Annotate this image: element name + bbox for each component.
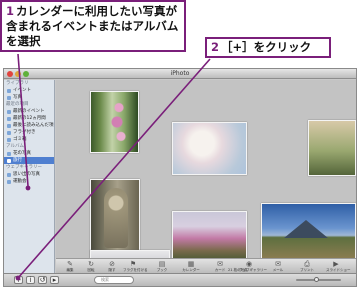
sidebar-item-label: 思い出の写真 [13,172,40,177]
step-1-text: カレンダーに利用したい写真が含まれるイベントまたはアルバムを選択 [6,4,179,48]
photo-thumbnail[interactable] [261,203,356,258]
photo-thumbnail[interactable] [90,91,139,153]
toolbar-button[interactable]: ✉ メール [268,259,288,274]
bottom-toolbar: 21 枚の写真 ✎ 編集 ↻ 回転 ⊘ 隠す ⚑ フラグを付ける ▤ ブック ▦ カレンダー ✉ カード ◉… [56,258,356,273]
play-icon: ▸ [52,276,57,284]
toolbar-button[interactable]: ↻ 回転 [81,259,101,274]
info-icon: i [29,276,32,284]
play-button[interactable]: ▸ [50,276,59,284]
toolbar-button[interactable]: ▶ スライドショー [326,259,351,274]
step-2-text: ［+］をクリック [221,40,312,54]
toolbar-icon: ⊘ [109,260,115,268]
sidebar-item-label: イベント [13,88,31,93]
photo-thumbnail[interactable] [90,250,170,258]
rotate-icon: ↺ [39,276,46,284]
album-icon [7,130,11,135]
toolbar-button[interactable]: ⎙ プリント [297,259,317,274]
toolbar-icon: ✎ [67,260,73,268]
photo-thumbnail[interactable] [308,120,356,176]
sidebar-item-label: アルバム [6,144,24,149]
zoom-slider-knob[interactable] [314,277,319,282]
toolbar-button[interactable]: ⚑ フラグを付ける [123,259,148,274]
sidebar-item[interactable]: 最後に読み込んだ項目 [4,122,54,129]
toolbar-button[interactable]: ✉ カード [210,259,230,274]
album-icon [7,151,11,156]
toolbar-button[interactable]: ✎ 編集 [60,259,80,274]
search-input[interactable]: 検索 [94,276,134,284]
toolbar-icon: ▦ [187,260,195,268]
toolbar-icon: ▶ [333,260,339,268]
toolbar-icon: ◉ [245,260,253,268]
sidebar-item-label: 運動会 [13,179,27,184]
sidebar-item-selected-album[interactable]: 旅行 [4,157,54,164]
add-button[interactable]: + [14,276,23,284]
sidebar-item[interactable]: 花の写真 [4,150,54,157]
sidebar-item[interactable]: イベント [4,87,54,94]
zoom-slider[interactable] [296,277,341,282]
toolbar-icon: ▤ [158,260,166,268]
album-icon [7,158,11,163]
photo-browser [56,80,356,258]
window-title: iPhoto [170,70,190,77]
toolbar-icon: ✉ [275,260,281,268]
album-icon [7,95,11,100]
photo-thumbnail[interactable] [172,122,247,175]
toolbar-button[interactable]: ▦ カレンダー [181,259,201,274]
source-list: ライブラリイベント写真最近の項目最新のイベント 最新の12ヵ月間最後に読み込んだ項… [4,80,55,273]
iphoto-window: iPhoto ライブラリイベント写真最近の項目最新のイベント 最新の12ヵ月間最後… [3,68,357,287]
sidebar-item-label: ウェブギャラリー [6,165,42,170]
sidebar-item-label: 旅行 [13,158,22,163]
step-2-callout: 2 ［+］をクリック [205,37,331,58]
album-icon [7,116,11,121]
sidebar-item-label: フラグ付き [13,130,36,135]
sidebar-item-label: 最近の項目 [6,102,29,107]
sidebar-item[interactable]: 写真 [4,94,54,101]
sidebar-item[interactable]: 最新の12ヵ月間 [4,115,54,122]
album-icon [7,179,11,184]
toolbar-icon: ✉ [217,260,223,268]
sidebar-item-label: ライブラリ [6,81,29,86]
sidebar-item[interactable]: 運動会 [4,178,54,185]
album-icon [7,109,11,114]
step-1-number: 1 [6,4,15,18]
plus-icon: + [15,276,22,284]
toolbar-button[interactable]: ⊘ 隠す [102,259,122,274]
album-icon [7,137,11,142]
sidebar-item-label: 花の写真 [13,151,31,156]
sidebar-item-label: 最新のイベント [13,109,45,114]
toolbar-button[interactable]: ◉ ウェブギャラリー [239,259,267,274]
photo-thumbnail[interactable] [90,179,140,258]
toolbar-button[interactable]: ▤ ブック [152,259,172,274]
album-icon [7,88,11,93]
rotate-button[interactable]: ↺ [38,276,47,284]
sidebar-item-label: 最後に読み込んだ項目 [13,123,55,128]
title-bar: iPhoto [4,69,356,79]
album-icon [7,123,11,128]
photo-thumbnail[interactable] [172,211,247,258]
step-1-callout: 1 カレンダーに利用したい写真が含まれるイベントまたはアルバムを選択 [0,0,186,52]
sidebar-item[interactable]: 最新のイベント [4,108,54,115]
toolbar-icon: ⎙ [304,260,310,268]
info-button[interactable]: i [26,276,35,284]
source-list-footer: + i ↺ ▸ 検索 [4,273,356,286]
toolbar-icon: ⚑ [129,260,137,268]
sidebar-item-label: 写真 [13,95,22,100]
sidebar-item[interactable]: ゴミ箱 [4,136,54,143]
sidebar-item[interactable]: フラグ付き [4,129,54,136]
step-2-number: 2 [211,40,220,54]
sidebar-item[interactable]: 思い出の写真 [4,171,54,178]
sidebar-item-label: 最新の12ヵ月間 [13,116,46,121]
toolbar-icon: ↻ [88,260,94,268]
album-icon [7,172,11,177]
sidebar-item-label: ゴミ箱 [13,137,27,142]
